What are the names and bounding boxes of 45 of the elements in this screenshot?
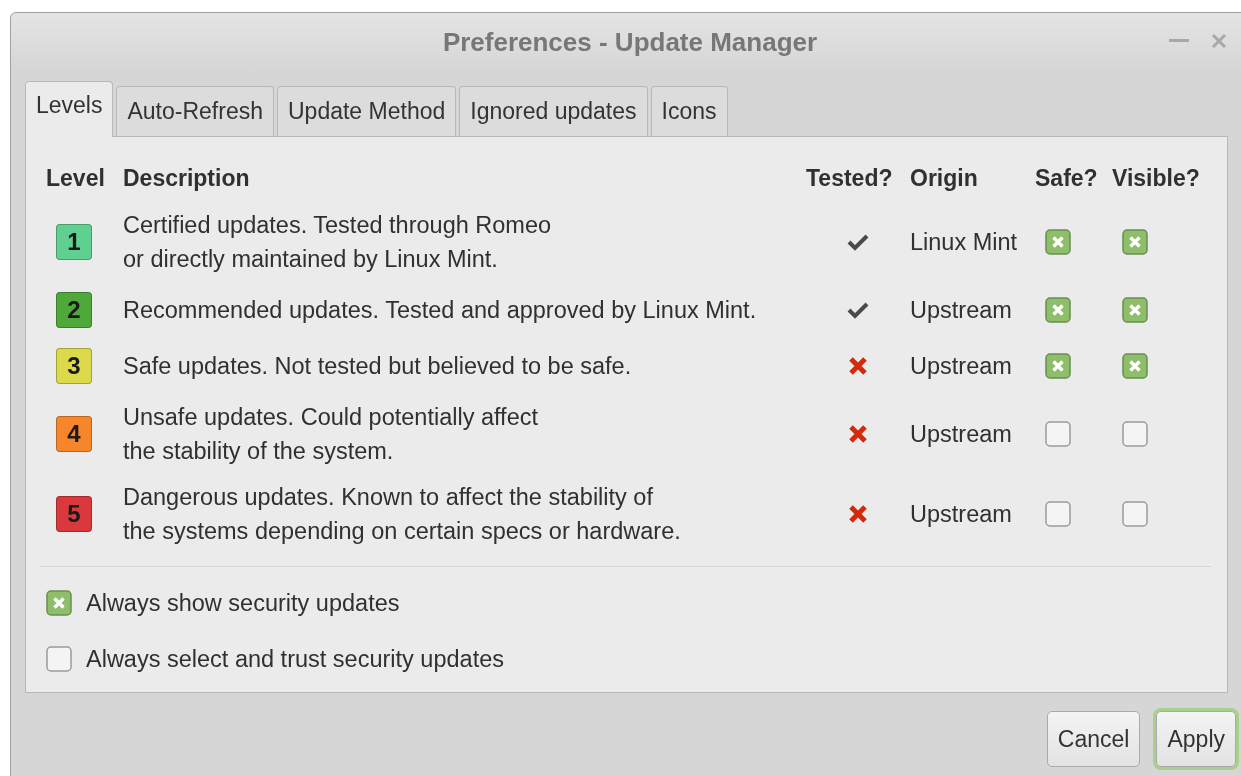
tab[interactable]: Ignored updates: [459, 86, 648, 136]
visible-checkbox[interactable]: [1122, 229, 1148, 255]
origin-text: Linux Mint: [910, 228, 1018, 257]
safe-checkbox[interactable]: [1045, 501, 1071, 527]
option-checkbox[interactable]: [46, 646, 72, 672]
column-header: Visible?: [1112, 164, 1200, 193]
level-description: Safe updates. Not tested but believed to be safe.: [123, 352, 632, 381]
column-header: Safe?: [1035, 164, 1098, 193]
origin-text: Upstream: [910, 352, 1012, 381]
level-description: Dangerous updates. Known to affect the stability of the systems depending on certain specs or hardware.: [123, 483, 681, 546]
tab[interactable]: Levels: [25, 81, 114, 137]
origin-text: Upstream: [910, 420, 1012, 449]
column-header: Origin: [910, 164, 978, 193]
window-title: Preferences - Update Manager: [442, 26, 818, 58]
column-header: Level: [46, 164, 105, 193]
option-label[interactable]: Always select and trust security updates: [86, 645, 504, 673]
tab[interactable]: Icons: [650, 86, 728, 136]
visible-checkbox[interactable]: [1122, 297, 1148, 323]
level-description: Recommended updates. Tested and approved by Linux Mint.: [123, 296, 757, 325]
column-header: Tested?: [806, 164, 893, 193]
cancel-button[interactable]: Cancel: [1046, 711, 1141, 767]
visible-checkbox[interactable]: [1122, 421, 1148, 447]
visible-checkbox[interactable]: [1122, 353, 1148, 379]
level-badge: 2: [56, 292, 92, 328]
level-badge: 5: [56, 496, 92, 532]
option-checkbox[interactable]: [46, 590, 72, 616]
safe-checkbox[interactable]: [1045, 297, 1071, 323]
level-description: Unsafe updates. Could potentially affect the stability of the system.: [123, 403, 538, 466]
level-badge: 1: [56, 224, 92, 260]
apply-button[interactable]: Apply: [1156, 711, 1236, 767]
minimize-icon[interactable]: [1169, 38, 1189, 44]
level-description: Certified updates. Tested through Romeo or directly maintained by Linux Mint.: [123, 211, 552, 274]
safe-checkbox[interactable]: [1045, 421, 1071, 447]
level-badge: 4: [56, 416, 92, 452]
origin-text: Upstream: [910, 500, 1012, 529]
safe-checkbox[interactable]: [1045, 229, 1071, 255]
level-badge: 3: [56, 348, 92, 384]
safe-checkbox[interactable]: [1045, 353, 1071, 379]
close-icon[interactable]: [1211, 33, 1227, 49]
tab[interactable]: Auto-Refresh: [116, 86, 274, 136]
origin-text: Upstream: [910, 296, 1012, 325]
option-label[interactable]: Always show security updates: [86, 589, 400, 617]
tab[interactable]: Update Method: [277, 86, 457, 136]
visible-checkbox[interactable]: [1122, 501, 1148, 527]
column-header: Description: [123, 164, 250, 193]
